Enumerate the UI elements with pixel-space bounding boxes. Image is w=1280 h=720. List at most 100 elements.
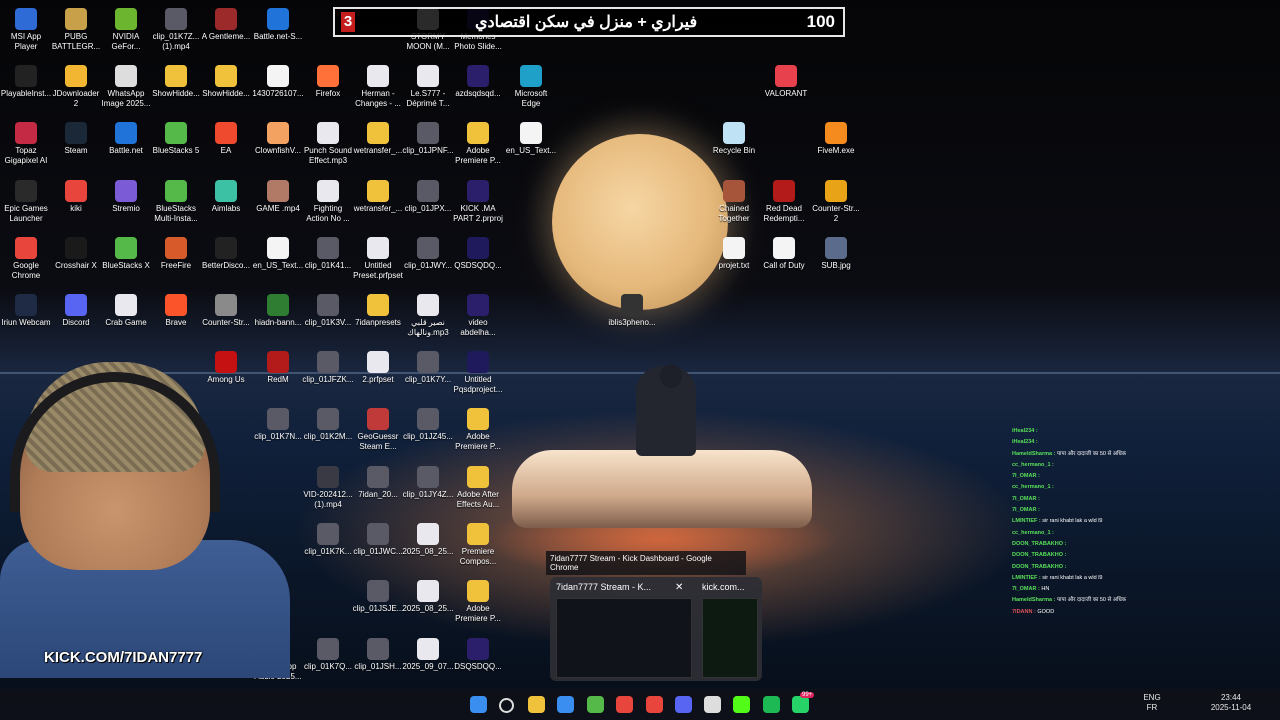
- desktop-icon[interactable]: Iriun Webcam: [0, 294, 52, 328]
- desktop-icon[interactable]: projet.txt: [708, 237, 760, 271]
- desktop-icon[interactable]: Crosshair X: [50, 237, 102, 271]
- spotify-icon[interactable]: [763, 696, 780, 713]
- desktop-icon[interactable]: A Gentleme...: [200, 8, 252, 42]
- chrome-active-icon[interactable]: [646, 696, 663, 713]
- desktop-icon[interactable]: clip_01JSH...: [352, 638, 404, 672]
- desktop-icon[interactable]: clip_01JY4Z...: [402, 466, 454, 500]
- desktop-icon[interactable]: 7idan_20...: [352, 466, 404, 500]
- desktop-icon[interactable]: FiveM.exe: [810, 122, 862, 156]
- desktop-icon[interactable]: video abdelha...: [452, 294, 504, 337]
- desktop-icon[interactable]: QSDSQDQ...: [452, 237, 504, 271]
- desktop-icon[interactable]: kiki: [50, 180, 102, 214]
- desktop-icon[interactable]: GAME .mp4: [252, 180, 304, 214]
- desktop-icon[interactable]: Crab Game: [100, 294, 152, 328]
- desktop-icon[interactable]: Adobe Premiere P...: [452, 580, 504, 623]
- desktop-icon[interactable]: BlueStacks 5: [150, 122, 202, 156]
- desktop-icon[interactable]: Untitled Pqsdproject...: [452, 351, 504, 394]
- desktop-icon[interactable]: wetransfer_...: [352, 122, 404, 156]
- desktop-icon[interactable]: 2025_08_25...: [402, 523, 454, 557]
- desktop-icon[interactable]: Among Us: [200, 351, 252, 385]
- desktop-icon[interactable]: Le.S777 - Déprimé T...: [402, 65, 454, 108]
- desktop-icon[interactable]: Adobe Premiere P...: [452, 122, 504, 165]
- preview-close-button[interactable]: ✕: [675, 582, 683, 593]
- desktop-icon[interactable]: Adobe Premiere P...: [452, 408, 504, 451]
- desktop-icon[interactable]: ClownfishV...: [252, 122, 304, 156]
- desktop-icon[interactable]: BlueStacks Multi-Insta...: [150, 180, 202, 223]
- preview-thumbnail-kick[interactable]: [702, 598, 758, 678]
- desktop-icon[interactable]: clip_01JWC...: [352, 523, 404, 557]
- desktop-icon[interactable]: Google Chrome: [0, 237, 52, 280]
- whatsapp-icon[interactable]: [792, 696, 809, 713]
- desktop-icon[interactable]: Recycle Bin: [708, 122, 760, 156]
- discord-icon[interactable]: [675, 696, 692, 713]
- desktop-icon[interactable]: clip_01K7Q...: [302, 638, 354, 672]
- desktop-icon[interactable]: clip_01K7Z... (1).mp4: [150, 8, 202, 51]
- search-icon[interactable]: [499, 698, 514, 713]
- desktop-icon[interactable]: Stremio: [100, 180, 152, 214]
- desktop-icon[interactable]: Battle.net: [100, 122, 152, 156]
- desktop-icon[interactable]: GeoGuessr Steam E...: [352, 408, 404, 451]
- desktop-icon[interactable]: clip_01K7Y...: [402, 351, 454, 385]
- desktop-icon[interactable]: Premiere Compos...: [452, 523, 504, 566]
- desktop-icon[interactable]: azdsqdsqd...: [452, 65, 504, 99]
- microsoft-store-icon[interactable]: [557, 696, 574, 713]
- desktop-icon[interactable]: 1430726107...: [252, 65, 304, 99]
- desktop-icon[interactable]: Punch Sound Effect.mp3: [302, 122, 354, 165]
- desktop-icon[interactable]: PUBG BATTLEGR...: [50, 8, 102, 51]
- desktop-icon[interactable]: VID-202412... (1).mp4: [302, 466, 354, 509]
- desktop-icon[interactable]: NVIDIA GeFor...: [100, 8, 152, 51]
- preview-tab-kick[interactable]: kick.com...: [702, 582, 745, 592]
- desktop-icon[interactable]: Topaz Gigapixel AI: [0, 122, 52, 165]
- desktop-icon[interactable]: Aimlabs: [200, 180, 252, 214]
- tray-clock[interactable]: 23:44 2025-11-04: [1208, 693, 1254, 713]
- desktop-icon[interactable]: Chained Together: [708, 180, 760, 223]
- desktop-icon[interactable]: Firefox: [302, 65, 354, 99]
- desktop-icon[interactable]: Adobe After Effects Au...: [452, 466, 504, 509]
- desktop-icon[interactable]: SUB.jpg: [810, 237, 862, 271]
- desktop-icon[interactable]: Untitled Preset.prfpset: [352, 237, 404, 280]
- desktop-icon[interactable]: RedM: [252, 351, 304, 385]
- preview-tab-stream[interactable]: 7idan7777 Stream - K...: [556, 582, 651, 592]
- desktop-icon[interactable]: Epic Games Launcher: [0, 180, 52, 223]
- desktop-icon[interactable]: ShowHidde...: [150, 65, 202, 99]
- desktop-icon[interactable]: iblis3pheno...: [606, 294, 658, 328]
- desktop-icon[interactable]: Battle.net-S...: [252, 8, 304, 42]
- desktop-icon[interactable]: PlayableInst...: [0, 65, 52, 99]
- file-explorer-icon[interactable]: [528, 696, 545, 713]
- desktop-icon[interactable]: Microsoft Edge: [505, 65, 557, 108]
- desktop-icon[interactable]: Red Dead Redempti...: [758, 180, 810, 223]
- desktop-icon[interactable]: WhatsApp Image 2025...: [100, 65, 152, 108]
- desktop-icon[interactable]: Counter-Str... 2: [810, 180, 862, 223]
- chrome-icon[interactable]: [616, 696, 633, 713]
- desktop-icon[interactable]: clip_01JPX...: [402, 180, 454, 214]
- desktop-icon[interactable]: clip_01JFZK...: [302, 351, 354, 385]
- desktop-icon[interactable]: clip_01K41...: [302, 237, 354, 271]
- desktop-icon[interactable]: clip_01K2M...: [302, 408, 354, 442]
- desktop-icon[interactable]: Steam: [50, 122, 102, 156]
- desktop-icon[interactable]: MSI App Player: [0, 8, 52, 51]
- desktop-icon[interactable]: Herman - Changes - ...: [352, 65, 404, 108]
- desktop-icon[interactable]: EA: [200, 122, 252, 156]
- desktop-icon[interactable]: clip_01K3V...: [302, 294, 354, 328]
- windows-start-icon[interactable]: [470, 696, 487, 713]
- obs-icon[interactable]: [704, 696, 721, 713]
- desktop-icon[interactable]: clip_01JPNF...: [402, 122, 454, 156]
- desktop-icon[interactable]: clip_01JSJE...: [352, 580, 404, 614]
- desktop-icon[interactable]: BlueStacks X: [100, 237, 152, 271]
- desktop-icon[interactable]: clip_01JZ45...: [402, 408, 454, 442]
- preview-thumbnail-stream[interactable]: [556, 598, 692, 678]
- desktop-icon[interactable]: clip_01JWY...: [402, 237, 454, 271]
- desktop-icon[interactable]: 7idanpresets: [352, 294, 404, 328]
- desktop-icon[interactable]: clip_01K7K...: [302, 523, 354, 557]
- desktop-icon[interactable]: 2.prfpset: [352, 351, 404, 385]
- desktop-icon[interactable]: BetterDisco...: [200, 237, 252, 271]
- desktop-icon[interactable]: Counter-Str...: [200, 294, 252, 328]
- desktop-icon[interactable]: Brave: [150, 294, 202, 328]
- desktop-icon[interactable]: Call of Duty: [758, 237, 810, 271]
- kick-icon[interactable]: [733, 696, 750, 713]
- desktop-icon[interactable]: clip_01K7N...: [252, 408, 304, 442]
- bluestacks-icon[interactable]: [587, 696, 604, 713]
- desktop-icon[interactable]: ShowHidde...: [200, 65, 252, 99]
- desktop-icon[interactable]: JDownloader 2: [50, 65, 102, 108]
- desktop-icon[interactable]: 2025_09_07...: [402, 638, 454, 672]
